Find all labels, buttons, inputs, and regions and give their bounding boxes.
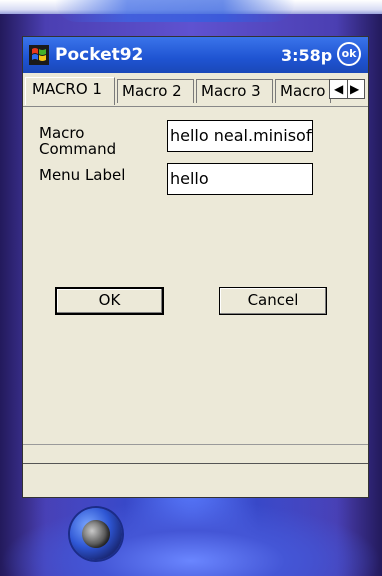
- menu-label-label: Menu Label: [39, 166, 126, 184]
- device-top-glow: [55, 0, 295, 22]
- tab-macro-4[interactable]: Macro 4: [275, 79, 331, 103]
- navigation-button-center[interactable]: [78, 516, 114, 552]
- tab-scroll-control: ◀ ▶: [329, 79, 365, 99]
- menu-bar-divider-bottom: [23, 463, 368, 464]
- titlebar: Pocket92 3:58p ok: [23, 37, 368, 73]
- device-screen: Pocket92 3:58p ok MACRO 1 Macro 2 Macro …: [22, 36, 369, 498]
- cancel-button[interactable]: Cancel: [219, 287, 327, 315]
- macro-command-label-line2: Command: [39, 140, 117, 155]
- tab-panel-border: [23, 106, 368, 107]
- macro-command-label-line1: Macro: [39, 125, 85, 142]
- clock[interactable]: 3:58p: [281, 46, 332, 65]
- macro-command-input[interactable]: hello neal.minisoft: [167, 120, 313, 152]
- arrow-right-icon[interactable]: ▶: [350, 82, 359, 96]
- app-title: Pocket92: [55, 45, 144, 65]
- tab-bar: MACRO 1 Macro 2 Macro 3 Macro 4 ◀ ▶: [23, 77, 368, 107]
- tab-macro-1[interactable]: MACRO 1: [25, 77, 115, 105]
- scroll-divider: [347, 80, 348, 98]
- device-bottom-glow: [0, 500, 382, 576]
- arrow-left-icon[interactable]: ◀: [334, 82, 343, 96]
- ok-button[interactable]: OK: [55, 287, 164, 315]
- macro-command-label: Macro Command: [39, 125, 159, 155]
- menu-bar-divider-top: [23, 444, 368, 445]
- ok-close-button[interactable]: ok: [337, 42, 361, 66]
- menu-label-input[interactable]: hello: [167, 163, 313, 195]
- tab-macro-2[interactable]: Macro 2: [117, 79, 194, 103]
- tab-macro-3[interactable]: Macro 3: [196, 79, 273, 103]
- windows-flag-icon[interactable]: [29, 45, 49, 65]
